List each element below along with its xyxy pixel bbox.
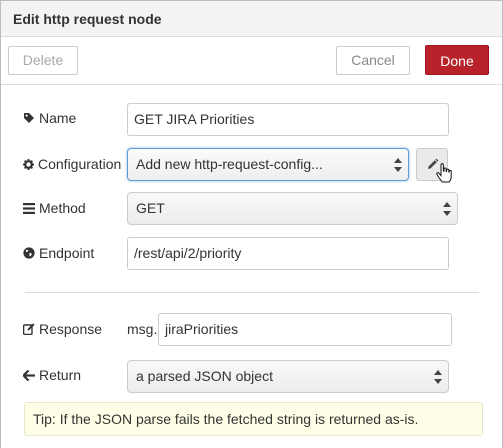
endpoint-label-row: Endpoint [23,245,94,261]
json-parse-tip: Tip: If the JSON parse fails the fetched… [24,402,483,436]
configuration-label-row: Configuration [23,156,121,172]
configuration-select[interactable]: Add new http-request-config... [127,148,409,181]
edit-node-dialog: Edit http request node Delete Cancel Don… [0,0,503,448]
endpoint-input[interactable]: /rest/api/2/priority [127,237,449,270]
configuration-label: Configuration [38,156,122,172]
name-label-row: Name [23,110,76,126]
method-select-value: GET [136,200,165,216]
hand-cursor-icon [436,163,452,183]
cancel-button[interactable]: Cancel [336,46,410,75]
done-button[interactable]: Done [425,45,489,75]
edit-configuration-button[interactable] [416,148,452,183]
msg-prefix: msg. [127,321,158,337]
method-select[interactable]: GET [127,192,458,225]
select-arrows-icon [434,370,442,384]
dialog-button-bar: Delete Cancel Done [1,37,502,85]
dialog-titlebar: Edit http request node [1,1,502,37]
edit-icon [23,323,35,335]
method-label-row: Method [23,200,86,216]
response-property-input[interactable]: jiraPriorities [158,313,452,346]
globe-icon [23,247,35,259]
arrow-left-icon [23,369,35,381]
section-divider [25,292,479,293]
response-label: Response [39,321,103,337]
select-arrows-icon [394,158,402,172]
tag-icon [23,112,35,124]
configuration-select-value: Add new http-request-config... [136,156,323,172]
dialog-title: Edit http request node [13,11,162,27]
select-arrows-icon [443,202,451,216]
name-label: Name [39,110,77,126]
node-properties-form: Name GET JIRA Priorities Configuration A… [1,86,502,448]
name-input[interactable]: GET JIRA Priorities [127,103,449,136]
list-icon [23,202,35,214]
response-label-row: Response [23,321,102,337]
cog-icon [23,158,34,170]
return-select[interactable]: a parsed JSON object [127,360,449,393]
endpoint-label: Endpoint [39,245,95,261]
return-label: Return [39,367,82,383]
return-select-value: a parsed JSON object [136,368,273,384]
delete-button[interactable]: Delete [8,46,78,75]
return-label-row: Return [23,367,81,383]
method-label: Method [39,200,86,216]
